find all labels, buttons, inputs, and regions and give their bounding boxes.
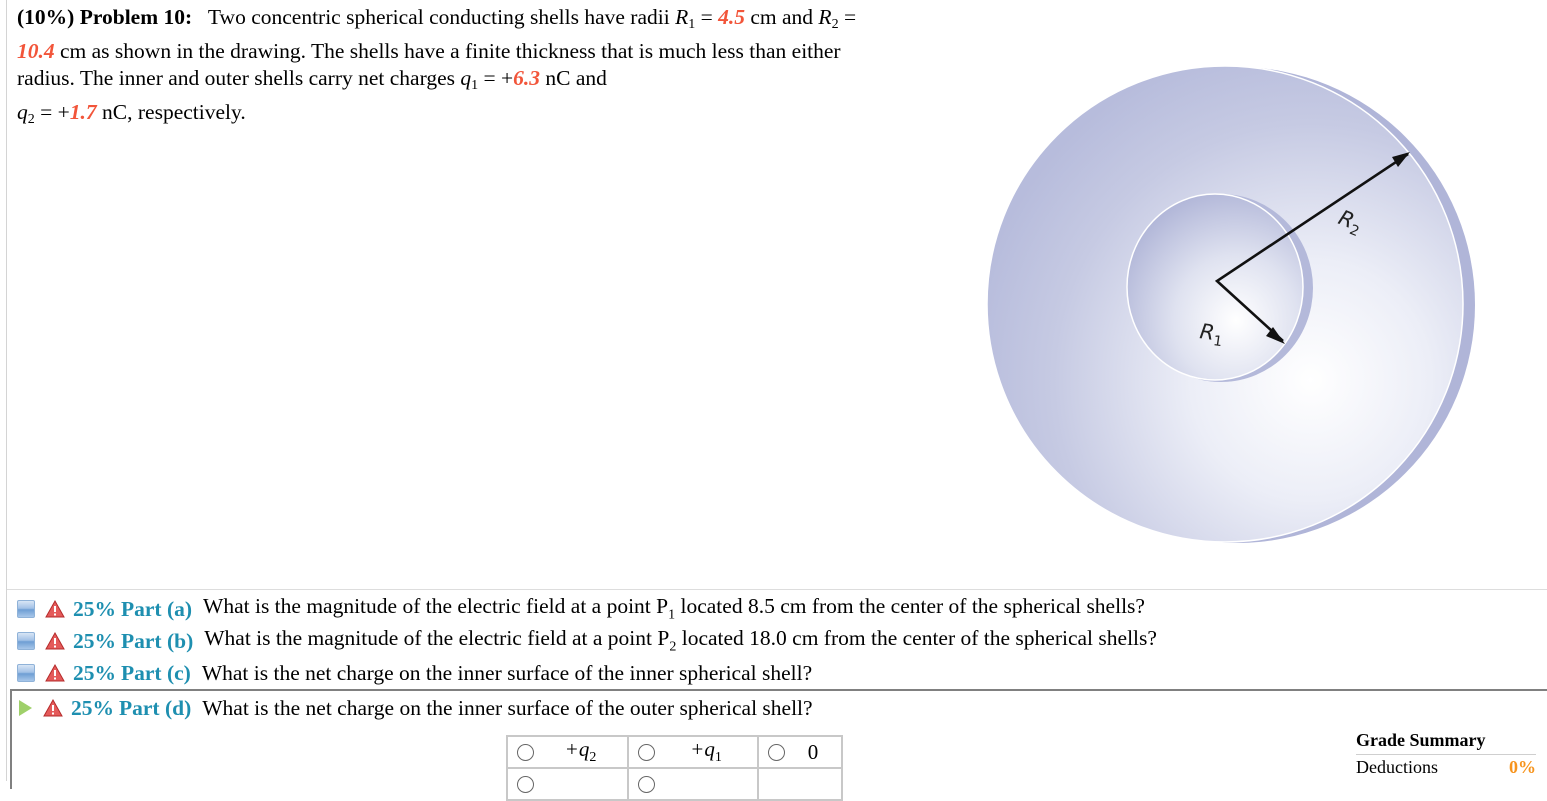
plus-sign: + <box>501 66 514 90</box>
part-c-label[interactable]: 25% Part (c) <box>73 661 191 686</box>
plus-sign: + <box>57 100 70 124</box>
problem-text: and <box>782 5 819 29</box>
part-c-question: What is the net charge on the inner surf… <box>201 660 813 685</box>
choice-plus-q2[interactable]: +q2 <box>508 737 627 767</box>
grade-row-label: Deductions <box>1356 757 1438 777</box>
expand-box-icon[interactable] <box>17 664 35 682</box>
part-c-row[interactable]: 25% Part (c) What is the net charge on th… <box>17 658 812 688</box>
problem-text: cm as shown in the drawing. The shells h… <box>17 39 841 90</box>
q1-value: 6.3 <box>513 66 541 90</box>
radio-button[interactable] <box>638 743 655 761</box>
warning-icon <box>43 699 63 717</box>
problem-text: Two concentric spherical conducting shel… <box>207 5 676 29</box>
warning-icon <box>45 664 65 682</box>
part-a-question: What is the magnitude of the electric fi… <box>203 594 1145 623</box>
unit: nC <box>545 66 571 90</box>
part-a-label[interactable]: 25% Part (a) <box>73 597 192 622</box>
problem-statement: (10%) Problem 10: Two concentric spheric… <box>17 4 897 133</box>
var-q2-sub: 2 <box>27 112 35 127</box>
problem-text: and <box>570 66 607 90</box>
equals: = <box>34 100 58 124</box>
part-d-label[interactable]: 25% Part (d) <box>71 696 191 721</box>
part-a-row[interactable]: 25% Part (a) What is the magnitude of the… <box>17 594 1145 624</box>
var-q2: q <box>17 100 28 124</box>
radio-button[interactable] <box>768 743 785 761</box>
answer-choices: +q2 +q1 0 <box>506 735 843 801</box>
choice-label: 0 <box>807 739 819 764</box>
choice-row2-1[interactable] <box>508 769 627 799</box>
part-d-question: What is the net charge on the inner surf… <box>202 695 813 720</box>
r2-value: 10.4 <box>17 39 55 63</box>
q2-value: 1.7 <box>69 100 97 124</box>
r1-value: 4.5 <box>718 5 745 29</box>
choice-label: +q1 <box>690 737 722 766</box>
grade-summary-title: Grade Summary <box>1356 730 1536 755</box>
equals: = <box>478 66 502 90</box>
warning-icon <box>45 632 65 650</box>
unit: cm <box>750 5 777 29</box>
radio-button[interactable] <box>638 775 655 793</box>
var-q1: q <box>460 66 472 90</box>
choice-label: +q2 <box>564 737 597 766</box>
problem-text: nC, respectively. <box>96 100 246 124</box>
left-border <box>6 0 7 781</box>
grade-summary: Grade Summary Deductions 0% <box>1356 730 1536 778</box>
choice-zero[interactable]: 0 <box>759 737 841 767</box>
radio-button[interactable] <box>517 743 534 761</box>
warning-icon <box>45 600 65 618</box>
choice-row2-2[interactable] <box>629 769 757 799</box>
expand-box-icon[interactable] <box>17 632 35 650</box>
grade-row-deductions: Deductions 0% <box>1356 757 1536 778</box>
concentric-shells-diagram: R2 R1 <box>986 65 1475 543</box>
expanded-triangle-icon[interactable] <box>19 700 32 716</box>
var-r2: R <box>818 5 832 29</box>
expand-box-icon[interactable] <box>17 600 35 618</box>
grade-row-value: 0% <box>1509 757 1536 777</box>
choice-plus-q1[interactable]: +q1 <box>629 737 757 767</box>
equals: = <box>838 5 857 29</box>
divider <box>7 589 1547 590</box>
part-d-row[interactable]: 25% Part (d) What is the net charge on th… <box>17 693 813 723</box>
inner-shell <box>1126 193 1304 381</box>
var-r1: R <box>675 5 689 29</box>
var-r2-sub: 2 <box>831 17 839 32</box>
part-b-row[interactable]: 25% Part (b) What is the magnitude of the… <box>17 626 1157 656</box>
problem-header: (10%) Problem 10: <box>17 5 193 29</box>
part-b-question: What is the magnitude of the electric fi… <box>204 626 1157 655</box>
equals: = <box>695 5 719 29</box>
choice-row2-3 <box>759 769 841 799</box>
radio-button[interactable] <box>517 775 534 793</box>
part-b-label[interactable]: 25% Part (b) <box>73 629 193 654</box>
